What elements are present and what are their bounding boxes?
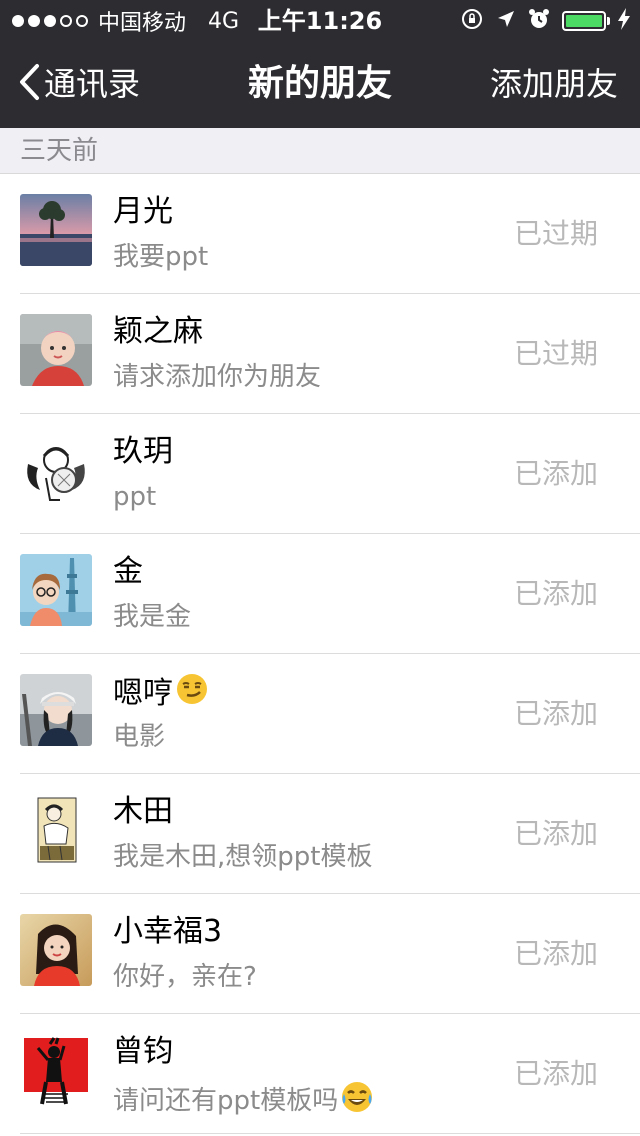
request-message: 我是木田,想领ppt模板 — [113, 842, 373, 872]
list-item[interactable]: 金 我是金 已添加 — [0, 534, 640, 654]
alarm-icon — [528, 8, 550, 34]
contact-name: 木田 — [113, 794, 173, 829]
contact-name: 金 — [113, 554, 143, 589]
request-status: 已添加 — [513, 457, 598, 490]
request-message: 你好，亲在? — [113, 962, 257, 992]
charging-bolt-icon — [618, 8, 630, 34]
request-message: 我要ppt — [113, 242, 209, 272]
list-item[interactable]: 曾钧 请问还有ppt模板吗 已添加 — [0, 1014, 640, 1134]
request-status: 已添加 — [513, 1057, 598, 1090]
contact-name: 玖玥 — [113, 434, 173, 469]
request-status: 已添加 — [513, 697, 598, 730]
contact-name: 颖之麻 — [113, 314, 203, 349]
smirk-emoji-icon — [175, 672, 209, 717]
friend-request-list: 月光 我要ppt 已过期 颖之麻 请求添加你为朋友 已过期 玖玥 ppt 已添加… — [0, 174, 640, 1134]
navigation-bar: 通讯录 新的朋友 添加朋友 — [0, 40, 640, 128]
list-item[interactable]: 玖玥 ppt 已添加 — [0, 414, 640, 534]
avatar — [20, 1034, 92, 1106]
list-item[interactable]: 小幸福3 你好，亲在? 已添加 — [0, 894, 640, 1014]
request-message: ppt — [113, 482, 157, 512]
contact-name: 小幸福3 — [113, 914, 223, 949]
add-friend-button[interactable]: 添加朋友 — [490, 58, 618, 110]
request-message-text: 请问还有ppt模板吗 — [113, 1086, 339, 1116]
avatar — [20, 554, 92, 626]
avatar — [20, 194, 92, 266]
avatar — [20, 674, 92, 746]
request-message: 电影 — [113, 722, 166, 752]
contact-name: 曾钧 — [113, 1034, 173, 1069]
request-status: 已添加 — [513, 937, 598, 970]
request-status: 已过期 — [513, 337, 598, 370]
section-header-label: 三天前 — [20, 136, 99, 166]
request-status: 已添加 — [513, 577, 598, 610]
request-status: 已添加 — [513, 817, 598, 850]
location-arrow-icon — [496, 9, 516, 33]
section-header: 三天前 — [0, 128, 640, 174]
avatar — [20, 794, 92, 866]
divider — [20, 1133, 640, 1134]
request-message: 我是金 — [113, 602, 192, 632]
list-item[interactable]: 嗯哼 电影 已添加 — [0, 654, 640, 774]
avatar — [20, 914, 92, 986]
request-message: 请问还有ppt模板吗 — [113, 1080, 374, 1123]
list-item[interactable]: 木田 我是木田,想领ppt模板 已添加 — [0, 774, 640, 894]
list-item[interactable]: 月光 我要ppt 已过期 — [0, 174, 640, 294]
contact-name: 月光 — [113, 194, 173, 229]
rotation-lock-icon — [460, 7, 484, 35]
request-message: 请求添加你为朋友 — [113, 362, 322, 392]
battery-icon — [562, 11, 610, 31]
top-bar: 中国移动 4G 上午11:26 通讯录 新的朋友 添加朋友 — [0, 0, 640, 128]
wechat-new-friends-screen: 中国移动 4G 上午11:26 通讯录 新的朋友 添加朋友 三天前 月光 我要p… — [0, 0, 640, 1136]
status-bar: 中国移动 4G 上午11:26 — [0, 0, 640, 40]
list-item[interactable]: 颖之麻 请求添加你为朋友 已过期 — [0, 294, 640, 414]
request-status: 已过期 — [513, 217, 598, 250]
contact-name-text: 嗯哼 — [113, 676, 173, 711]
avatar — [20, 314, 92, 386]
avatar — [20, 434, 92, 506]
status-right — [460, 6, 630, 36]
tears-of-joy-emoji-icon — [340, 1080, 374, 1123]
contact-name: 嗯哼 — [113, 672, 209, 717]
